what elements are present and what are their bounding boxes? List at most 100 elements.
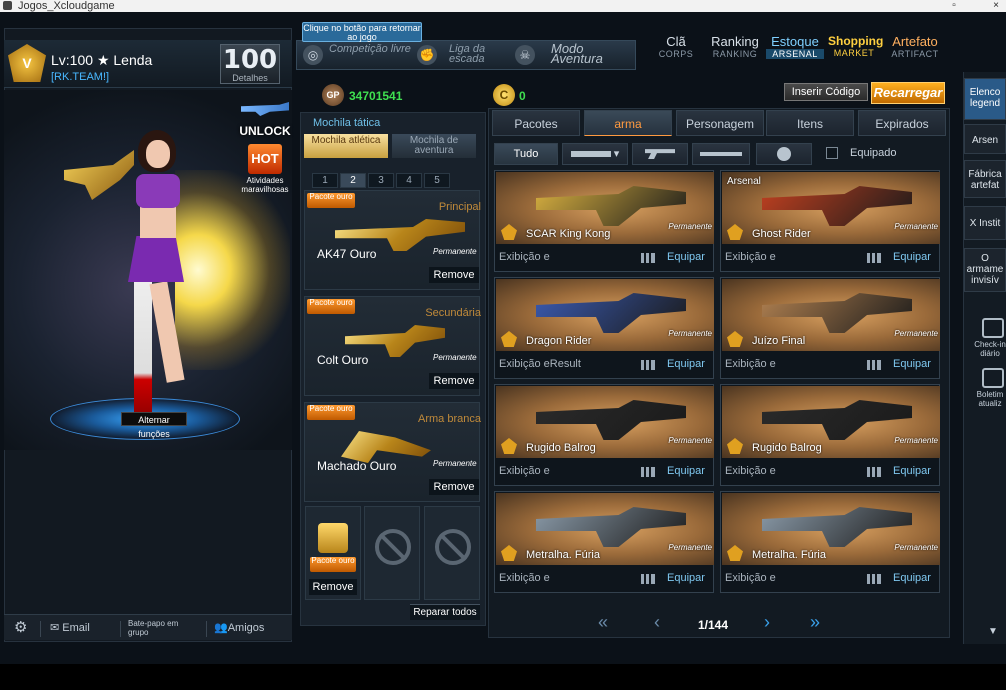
level-number: 100 bbox=[222, 45, 278, 75]
level-details-button[interactable]: 100 Detalhes bbox=[220, 44, 280, 84]
friends-button[interactable]: 👥Amigos bbox=[214, 619, 264, 637]
backpack-page-2[interactable]: 2 bbox=[340, 173, 366, 188]
preview-button[interactable]: Exibição e bbox=[725, 465, 776, 477]
nav-artifact[interactable]: Artefato ARTIFACT bbox=[886, 34, 944, 59]
weapon-card[interactable]: Arsenal Ghost Rider Permanente Exibição e Eq… bbox=[720, 170, 940, 272]
preview-button[interactable]: Exibição e bbox=[725, 251, 776, 263]
filter-grenade[interactable] bbox=[756, 143, 812, 165]
bulletin-icon[interactable] bbox=[982, 368, 1004, 388]
minimize-icon[interactable]: ▫ bbox=[948, 0, 960, 12]
mode-bar: ◎ Competição livre ✊ Liga da escada ☠ Modo … bbox=[296, 40, 636, 70]
mode-tab-adventure[interactable]: ☠ Modo Aventura bbox=[511, 41, 635, 69]
nav-ranking[interactable]: Ranking RANKING bbox=[706, 34, 764, 59]
hot-events-button[interactable]: HOT Atividades maravilhosas bbox=[238, 144, 292, 196]
slot-item[interactable]: Pacote ouro Remove bbox=[305, 506, 361, 600]
equip-button[interactable]: Equipar bbox=[667, 465, 705, 477]
permanent-tag: Permanente bbox=[894, 222, 938, 231]
tab-athletic-backpack[interactable]: Mochila atlética bbox=[304, 134, 388, 158]
backpack-page-1[interactable]: 1 bbox=[312, 173, 338, 188]
slot-secondary[interactable]: Pacote ouro Secundária Colt Ouro Permane… bbox=[304, 296, 481, 396]
tab-weapons[interactable]: arma bbox=[584, 110, 672, 136]
sidebar-legend-roster[interactable]: Elenco legend bbox=[964, 78, 1006, 120]
weapon-card[interactable]: SCAR King Kong Permanente Exibição e Equipa… bbox=[494, 170, 714, 272]
weapon-name: Ghost Rider bbox=[752, 228, 811, 240]
filter-rifle[interactable]: ▾ bbox=[562, 143, 628, 165]
scroll-down-icon[interactable]: ▼ bbox=[988, 626, 998, 637]
weapon-card[interactable]: Rugido Balrog Permanente Exibição e Equipar bbox=[720, 384, 940, 486]
weapon-card-image: Metralha. Fúria Permanente bbox=[496, 493, 714, 565]
slot-locked bbox=[364, 506, 420, 600]
prev-page-button[interactable]: ‹ bbox=[654, 612, 660, 633]
equip-button[interactable]: Equipar bbox=[667, 251, 705, 263]
remove-button[interactable]: Remove bbox=[429, 267, 479, 283]
tab-items[interactable]: Itens bbox=[766, 110, 854, 136]
preview-button[interactable]: Exibição e bbox=[725, 358, 776, 370]
checkin-icon[interactable] bbox=[982, 318, 1004, 338]
equip-button[interactable]: Equipar bbox=[667, 358, 705, 370]
preview-button[interactable]: Exibição eResult bbox=[499, 358, 581, 370]
remove-button[interactable]: Remove bbox=[309, 579, 357, 595]
mode-tab-ladder-league[interactable]: ✊ Liga da escada bbox=[413, 41, 513, 69]
weapon-image bbox=[536, 293, 686, 333]
nav-inventory[interactable]: Estoque ARSENAL bbox=[766, 34, 824, 59]
app-icon bbox=[3, 1, 12, 10]
switch-functions-button[interactable]: Alternar funções bbox=[121, 412, 187, 439]
backpack-page-3[interactable]: 3 bbox=[368, 173, 394, 188]
weapon-card[interactable]: Rugido Balrog Permanente Exibição e Equipar bbox=[494, 384, 714, 486]
equipped-checkbox[interactable] bbox=[826, 147, 838, 159]
last-page-button[interactable]: » bbox=[810, 612, 820, 633]
nav-sublabel: MARKET bbox=[833, 48, 875, 58]
equip-button[interactable]: Equipar bbox=[893, 251, 931, 263]
remove-button[interactable]: Remove bbox=[429, 373, 479, 389]
weapon-card[interactable]: Dragon Rider Permanente Exibição eResult Eq… bbox=[494, 277, 714, 379]
weapon-card-footer: Exibição e Equipar bbox=[721, 566, 939, 592]
close-icon[interactable]: × bbox=[990, 0, 1002, 12]
sidebar-institute[interactable]: X Instit bbox=[964, 206, 1006, 240]
slot-melee[interactable]: Pacote ouro Arma branca Machado Ouro Per… bbox=[304, 402, 481, 502]
unlock-promo-button[interactable]: UNLOCK bbox=[238, 98, 292, 142]
preview-button[interactable]: Exibição e bbox=[499, 251, 550, 263]
weapon-card[interactable]: Metralha. Fúria Permanente Exibição e Equip… bbox=[494, 491, 714, 593]
equip-button[interactable]: Equipar bbox=[667, 572, 705, 584]
sidebar-invisible-weapon[interactable]: O armame invisív bbox=[964, 248, 1006, 292]
backpack-page-5[interactable]: 5 bbox=[424, 173, 450, 188]
weapon-card-footer: Exibição e Equipar bbox=[721, 352, 939, 378]
weapon-card[interactable]: Juízo Final Permanente Exibição e Equipar bbox=[720, 277, 940, 379]
equip-button[interactable]: Equipar bbox=[893, 572, 931, 584]
tab-expired[interactable]: Expirados bbox=[858, 110, 946, 136]
preview-button[interactable]: Exibição e bbox=[499, 465, 550, 477]
sidebar-arsenal[interactable]: Arsen bbox=[964, 124, 1006, 154]
prohibited-icon bbox=[375, 529, 411, 565]
nav-shopping[interactable]: Shopping MARKET bbox=[828, 34, 883, 58]
nav-clan[interactable]: Clã CORPS bbox=[654, 34, 698, 59]
tab-adventure-backpack[interactable]: Mochila de aventura bbox=[392, 134, 476, 158]
remove-button[interactable]: Remove bbox=[429, 479, 479, 495]
weapon-card[interactable]: Metralha. Fúria Permanente Exibição e Equip… bbox=[720, 491, 940, 593]
email-button[interactable]: ✉ Email bbox=[50, 619, 90, 637]
equip-button[interactable]: Equipar bbox=[893, 358, 931, 370]
group-chat-button[interactable]: Bate-papo em grupo bbox=[128, 619, 190, 637]
next-page-button[interactable]: › bbox=[764, 612, 770, 633]
clan-name[interactable]: [RK.TEAM!] bbox=[51, 71, 109, 83]
insert-code-button[interactable]: Inserir Código bbox=[784, 83, 868, 101]
player-level: Lv:100 ★ Lenda bbox=[51, 52, 152, 69]
tab-characters[interactable]: Personagem bbox=[676, 110, 764, 136]
gear-icon[interactable]: ⚙ bbox=[14, 619, 27, 637]
nav-label: Estoque bbox=[771, 34, 819, 49]
backpack-page-4[interactable]: 4 bbox=[396, 173, 422, 188]
preview-button[interactable]: Exibição e bbox=[725, 572, 776, 584]
sidebar-artifact-factory[interactable]: Fábrica artefat bbox=[964, 160, 1006, 198]
friends-icon: 👥 bbox=[214, 622, 228, 634]
first-page-button[interactable]: « bbox=[598, 612, 608, 633]
tab-packages[interactable]: Pacotes bbox=[492, 110, 580, 136]
repair-all-button[interactable]: Reparar todos bbox=[410, 604, 480, 620]
equip-button[interactable]: Equipar bbox=[893, 465, 931, 477]
slot-primary[interactable]: Pacote ouro Principal AK47 Ouro Permanen… bbox=[304, 190, 481, 290]
filter-melee[interactable] bbox=[692, 143, 750, 165]
recharge-button[interactable]: Recarregar bbox=[871, 82, 945, 104]
filter-all[interactable]: Tudo bbox=[494, 143, 558, 165]
weapon-name: Metralha. Fúria bbox=[526, 549, 600, 561]
preview-button[interactable]: Exibição e bbox=[499, 572, 550, 584]
mode-tab-free-competition[interactable]: ◎ Competição livre bbox=[299, 41, 411, 69]
filter-pistol[interactable] bbox=[632, 143, 688, 165]
